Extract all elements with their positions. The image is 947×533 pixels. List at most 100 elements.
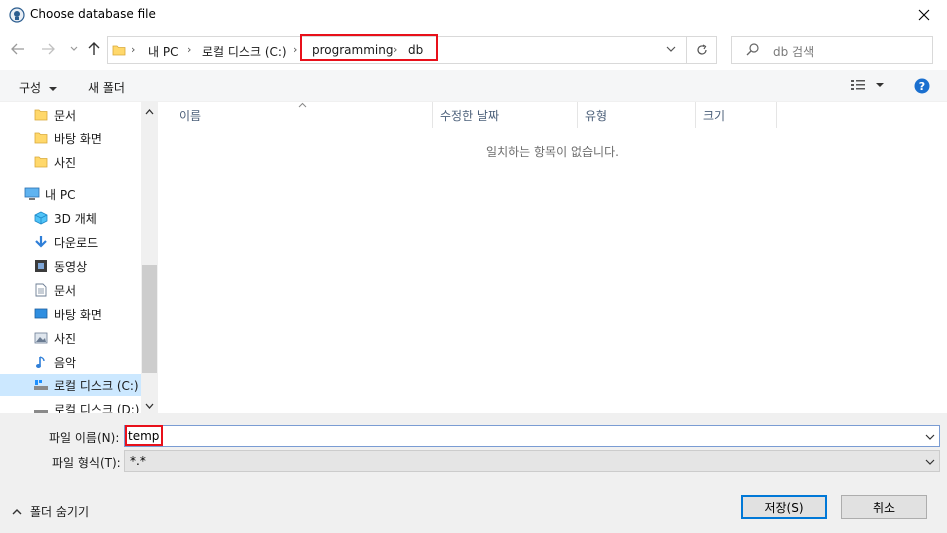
scroll-thumb[interactable] — [142, 265, 157, 373]
nav-item-local-disk-d[interactable]: 로컬 디스크 (D:) — [33, 398, 141, 413]
nav-item-label: 문서 — [54, 283, 77, 298]
nav-item-label: 3D 개체 — [54, 211, 97, 226]
empty-folder-message: 일치하는 항목이 없습니다. — [486, 145, 619, 159]
nav-item-music[interactable]: 음악 — [33, 351, 141, 373]
nav-scrollbar[interactable] — [141, 102, 158, 413]
chevron-up-icon — [12, 508, 22, 514]
title-bar: Choose database file — [0, 0, 947, 30]
breadcrumb-separator: › — [131, 43, 136, 56]
organize-button[interactable]: 구성 — [19, 79, 57, 96]
hide-folders-label: 폴더 숨기기 — [30, 505, 90, 519]
filetype-select[interactable]: *.* — [124, 450, 940, 472]
video-icon — [33, 258, 49, 274]
nav-item-3d-objects[interactable]: 3D 개체 — [33, 207, 141, 229]
nav-item-label: 음악 — [54, 355, 77, 370]
new-folder-button[interactable]: 새 폴더 — [88, 79, 125, 96]
organize-label: 구성 — [19, 81, 42, 95]
refresh-icon — [696, 44, 707, 55]
breadcrumb-separator: › — [187, 43, 192, 56]
picture-icon — [33, 330, 49, 346]
scroll-up-button[interactable] — [144, 106, 155, 117]
search-icon — [746, 43, 759, 56]
up-button[interactable] — [86, 40, 102, 58]
nav-item-label: 바탕 화면 — [54, 307, 102, 322]
refresh-button[interactable] — [686, 37, 716, 63]
forward-button[interactable] — [40, 40, 56, 58]
arrow-up-icon — [88, 42, 100, 55]
music-icon — [33, 354, 49, 370]
view-options-button[interactable] — [850, 78, 884, 95]
folder-icon — [33, 130, 49, 146]
filetype-value: *.* — [130, 454, 146, 468]
back-button[interactable] — [10, 40, 26, 58]
window-title: Choose database file — [30, 7, 156, 21]
nav-item-desktop-quick[interactable]: 바탕 화면 — [33, 127, 141, 149]
document-icon — [33, 282, 49, 298]
help-icon: ? — [914, 78, 930, 94]
search-box[interactable]: db 검색 — [731, 36, 933, 64]
column-header-date-modified[interactable]: 수정한 날짜 — [433, 102, 578, 128]
nav-item-label: 내 PC — [45, 187, 76, 202]
nav-item-label: 사진 — [54, 155, 77, 170]
nav-item-documents[interactable]: 문서 — [33, 279, 141, 301]
save-form: 파일 이름(N): 파일 형식(T): *.* 폴더 숨기기 저장(S) 취소 — [0, 413, 947, 533]
chevron-down-icon — [925, 434, 935, 440]
column-header-size[interactable]: 크기 — [696, 102, 777, 128]
chevron-down-icon — [70, 46, 78, 51]
recent-locations-button[interactable] — [66, 40, 82, 58]
cancel-button[interactable]: 취소 — [841, 495, 927, 519]
nav-item-this-pc[interactable]: 내 PC — [24, 183, 141, 205]
download-icon — [33, 234, 49, 250]
drive-icon — [33, 377, 49, 393]
nav-item-desktop[interactable]: 바탕 화면 — [33, 303, 141, 325]
nav-item-local-disk-c[interactable]: 로컬 디스크 (C:) — [0, 374, 141, 396]
address-row: › 내 PC › 로컬 디스크 (C:) › programming › db … — [0, 30, 947, 70]
app-icon — [9, 7, 25, 23]
nav-item-label: 다운로드 — [54, 235, 99, 250]
caret-down-icon — [48, 87, 57, 91]
nav-item-pictures-quick[interactable]: 사진 — [33, 151, 141, 173]
close-icon — [918, 9, 930, 21]
nav-item-label: 사진 — [54, 331, 77, 346]
chevron-down-icon — [145, 403, 154, 409]
navigation-pane: 문서 바탕 화면 사진 내 PC 3D 개체 다운로드 동영상 문서 바탕 화면… — [0, 102, 158, 413]
command-toolbar: 구성 새 폴더 ? — [0, 70, 947, 102]
view-list-icon — [851, 80, 884, 90]
close-button[interactable] — [901, 0, 947, 30]
nav-item-downloads[interactable]: 다운로드 — [33, 231, 141, 253]
highlight-box-path — [300, 34, 438, 61]
breadcrumb-local-disk-c[interactable]: 로컬 디스크 (C:) — [202, 43, 287, 60]
file-list[interactable]: 이름 수정한 날짜 유형 크기 일치하는 항목이 없습니다. — [158, 102, 947, 413]
nav-item-label: 문서 — [54, 108, 77, 123]
chevron-down-icon — [666, 46, 676, 52]
nav-item-label: 동영상 — [54, 259, 88, 274]
filename-history-button[interactable] — [925, 431, 935, 445]
nav-item-label: 로컬 디스크 (D:) — [54, 402, 140, 414]
filename-input[interactable] — [128, 427, 918, 445]
svg-text:?: ? — [919, 80, 925, 93]
search-placeholder: db 검색 — [773, 45, 815, 59]
folder-icon — [112, 45, 126, 56]
arrow-right-icon — [42, 43, 55, 55]
folder-icon — [33, 154, 49, 170]
nav-item-videos[interactable]: 동영상 — [33, 255, 141, 277]
breadcrumb-this-pc[interactable]: 내 PC — [148, 43, 178, 60]
save-button[interactable]: 저장(S) — [741, 495, 827, 519]
nav-item-label: 로컬 디스크 (C:) — [54, 378, 139, 393]
hide-folders-button[interactable]: 폴더 숨기기 — [12, 503, 89, 520]
chevron-up-icon — [145, 108, 154, 114]
help-button[interactable]: ? — [914, 78, 930, 97]
filetype-label: 파일 형식(T): — [52, 456, 121, 470]
folder-icon — [33, 107, 49, 123]
address-dropdown-button[interactable] — [666, 43, 676, 57]
column-header-name[interactable]: 이름 — [172, 102, 433, 128]
nav-item-pictures[interactable]: 사진 — [33, 327, 141, 349]
scroll-down-button[interactable] — [144, 400, 155, 411]
filename-field[interactable] — [124, 425, 940, 447]
arrow-left-icon — [11, 43, 24, 55]
3d-objects-icon — [33, 210, 49, 226]
nav-item-documents-quick[interactable]: 문서 — [33, 104, 141, 126]
desktop-icon — [33, 306, 49, 322]
chevron-down-icon — [925, 459, 935, 465]
column-header-type[interactable]: 유형 — [578, 102, 696, 128]
